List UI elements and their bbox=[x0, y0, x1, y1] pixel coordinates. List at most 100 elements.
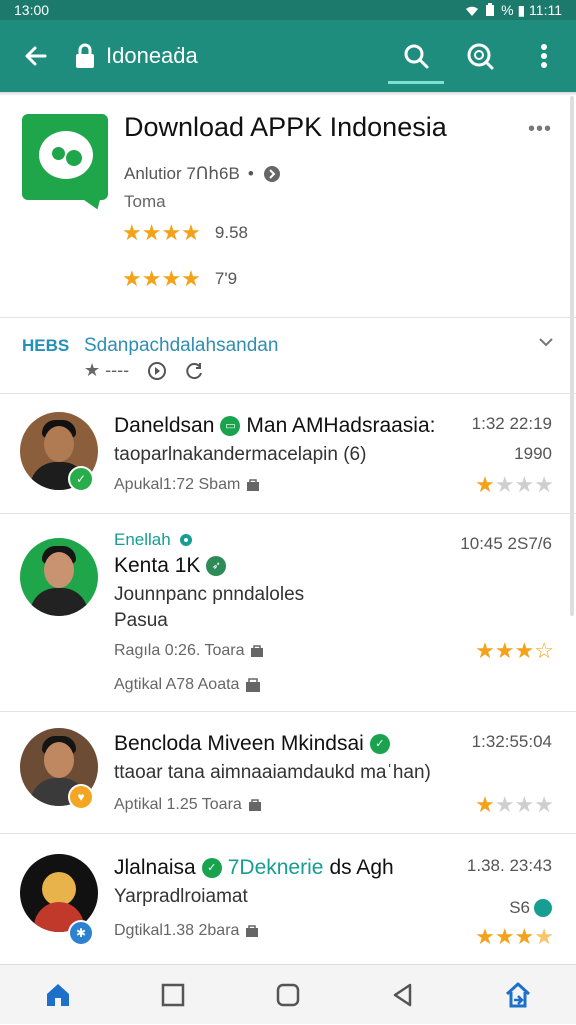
wifi-icon bbox=[466, 6, 479, 16]
chat-bubble-app-icon bbox=[22, 114, 111, 215]
chat-badge-icon: ▭ bbox=[220, 416, 241, 436]
review-filter[interactable]: HEBS Sdanpachdalahsandan ★ ---- bbox=[0, 318, 576, 394]
reviewer-name-extra: 7Deknerie bbox=[227, 856, 324, 879]
filter-icons: ★ ---- bbox=[84, 360, 205, 381]
status-right-text: % ▮ 11:11 bbox=[501, 1, 562, 18]
battery-icon bbox=[486, 3, 495, 16]
check-badge-icon: ✓ bbox=[201, 858, 222, 878]
review-item[interactable]: ♥ Bencloda Miveen Mkindsai ✓ 1:32:55:04 … bbox=[0, 712, 576, 834]
review-text: Yarpradlroiamat bbox=[114, 886, 248, 907]
reviewer-name-text: Kenta 1K bbox=[114, 554, 201, 577]
play-circle-icon bbox=[148, 361, 167, 380]
more-horiz-icon[interactable]: ••• bbox=[528, 118, 552, 141]
app-developer[interactable]: Anlutior 7Ոհ6B • bbox=[124, 164, 282, 184]
reviewer-kicker-text: Enellah bbox=[114, 530, 171, 549]
review-item[interactable]: Enellah 10:45 2S7/6 Kenta 1K ➶ Jounnpanc… bbox=[0, 514, 576, 712]
bag-icon bbox=[246, 678, 261, 692]
share-home-icon bbox=[506, 982, 531, 1007]
developer-separator: • bbox=[247, 164, 254, 183]
nav-share-button[interactable] bbox=[488, 965, 548, 1025]
reviewer-name: Kenta 1K ➶ bbox=[114, 554, 227, 578]
teal-dot-icon bbox=[534, 899, 552, 917]
verified-badge-icon: ✓ bbox=[68, 466, 94, 492]
review-stars: ★★★☆ bbox=[475, 638, 554, 663]
bag-icon bbox=[248, 799, 261, 811]
review-count: 1990 bbox=[514, 444, 552, 463]
status-time: 13:00 bbox=[14, 2, 50, 18]
review-meta-text: Ragıla 0:26. Toara bbox=[114, 642, 245, 659]
nav-home-button[interactable] bbox=[28, 965, 88, 1025]
reviewer-name: Jlalnaisa ✓ 7Deknerie ds Agh bbox=[114, 856, 394, 880]
review-time: 10:45 2S7/6 bbox=[460, 534, 552, 553]
app-bar-title: Idoneaḋa bbox=[106, 43, 198, 68]
bag-icon bbox=[246, 925, 259, 937]
bag-icon bbox=[247, 479, 260, 491]
reviewer-name-text: Jlalnaisa bbox=[114, 856, 196, 879]
review-meta: Ragıla 0:26. Toara bbox=[114, 642, 264, 660]
status-icons: % ▮ 11:11 bbox=[465, 2, 562, 19]
bottom-nav-bar bbox=[0, 964, 576, 1024]
review-count: S6 bbox=[509, 898, 552, 918]
review-item[interactable]: ✱ Jlalnaisa ✓ 7Deknerie ds Agh 1.38. 23:… bbox=[0, 834, 576, 964]
reviewer-name: Bencloda Miveen Mkindsai ✓ bbox=[114, 732, 390, 756]
review-text-2: Pasua bbox=[114, 610, 168, 631]
review-text: taoparlnakandermacelapin (6) bbox=[114, 444, 367, 465]
more-vert-icon bbox=[541, 44, 547, 68]
review-meta-2: Agtikal A78 Aoata bbox=[114, 676, 261, 694]
rating-row-2: ★★★★ 7'9 bbox=[122, 266, 237, 292]
triangle-back-icon bbox=[393, 983, 412, 1006]
search-button[interactable] bbox=[384, 20, 448, 92]
nav-back-button[interactable] bbox=[373, 965, 433, 1025]
zoom-button[interactable] bbox=[448, 20, 512, 92]
reviewer-name-extra: Man AMHadsraasia: bbox=[246, 414, 436, 437]
arrow-left-icon bbox=[25, 46, 47, 66]
filter-tag: HEBS bbox=[22, 336, 70, 355]
rating-stars-2: ★★★★ bbox=[122, 266, 201, 291]
review-stars: ★★★★ bbox=[475, 472, 554, 497]
zoom-icon bbox=[467, 43, 494, 70]
avatar[interactable] bbox=[20, 538, 98, 616]
review-meta: Apukal1:72 Sbam bbox=[114, 476, 260, 494]
reviewer-name-text: Bencloda Miveen Mkindsai bbox=[114, 732, 364, 755]
tool-badge-icon: ✱ bbox=[68, 920, 94, 946]
chevron-down-icon[interactable] bbox=[538, 332, 554, 353]
review-meta-text: Aptikal 1.25 Toara bbox=[114, 796, 242, 813]
app-type: Toma bbox=[124, 192, 166, 211]
nav-recents-button[interactable] bbox=[143, 965, 203, 1025]
nav-overview-button[interactable] bbox=[258, 965, 318, 1025]
review-meta: Aptikal 1.25 Toara bbox=[114, 796, 262, 814]
refresh-icon bbox=[186, 362, 203, 379]
more-options-button[interactable] bbox=[512, 20, 576, 92]
back-button[interactable] bbox=[0, 20, 72, 92]
filter-icons-text: ★ ---- bbox=[84, 360, 130, 380]
lock-icon bbox=[72, 20, 98, 92]
review-meta-text: Apukal1:72 Sbam bbox=[114, 476, 241, 493]
review-count-text: S6 bbox=[509, 898, 530, 917]
app-header: Download APPK Indonesia ••• Anlutior 7Ոհ… bbox=[0, 96, 576, 318]
bag-icon bbox=[251, 645, 264, 657]
app-bar: Idoneaḋa bbox=[0, 20, 576, 92]
review-stars: ★★★★ bbox=[475, 924, 554, 949]
filter-text: Sdanpachdalahsandan bbox=[84, 335, 279, 356]
reviewer-name: Daneldsan ▭ Man AMHadsraasia: bbox=[114, 414, 436, 438]
review-meta2-text: Agtikal A78 Aoata bbox=[114, 676, 240, 693]
reviewer-kicker: Enellah bbox=[114, 530, 195, 550]
review-text: ttaoar tana aimnaaiamdaukd maˈhan) bbox=[114, 762, 431, 783]
review-time: 1:32 22:19 bbox=[471, 414, 552, 433]
rating-value-1: 9.58 bbox=[214, 223, 248, 242]
reviewer-name-text: Daneldsan bbox=[114, 414, 215, 437]
search-icon bbox=[404, 44, 429, 69]
heart-badge-icon: ♥ bbox=[68, 784, 94, 810]
review-time: 1:32:55:04 bbox=[471, 732, 552, 751]
home-icon bbox=[46, 983, 69, 1006]
review-stars: ★★★★ bbox=[475, 792, 554, 817]
review-item[interactable]: ✓ Daneldsan ▭ Man AMHadsraasia: 1:32 22:… bbox=[0, 394, 576, 514]
rating-value-2: 7'9 bbox=[214, 269, 238, 288]
gear-badge-icon bbox=[179, 534, 192, 546]
rating-stars-1: ★★★★ bbox=[122, 220, 201, 245]
check-badge-icon: ✓ bbox=[369, 734, 390, 754]
info-icon bbox=[263, 166, 280, 182]
review-meta-text: Dgtikal1.38 2bara bbox=[114, 922, 240, 939]
review-text: Jounnpanc pnndaloles bbox=[114, 584, 305, 605]
status-bar: 13:00 % ▮ 11:11 bbox=[0, 0, 576, 20]
